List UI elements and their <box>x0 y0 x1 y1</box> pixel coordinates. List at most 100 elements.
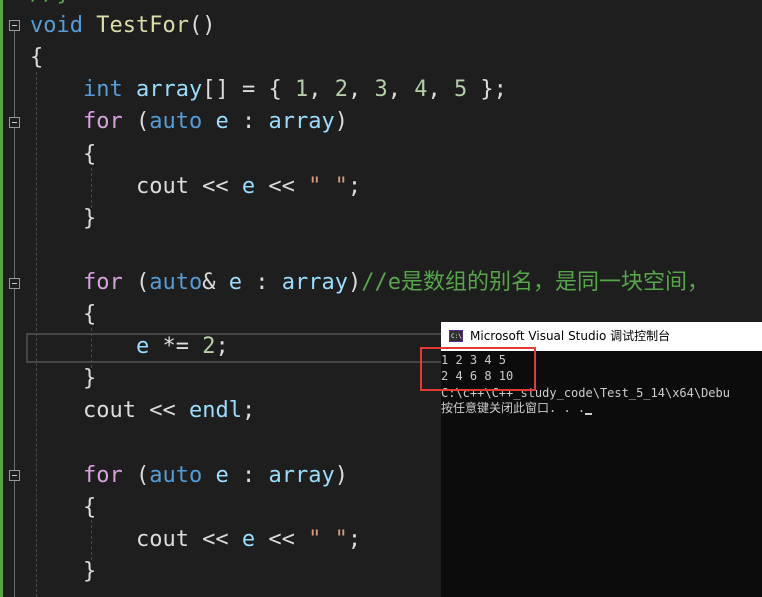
code-line[interactable]: { <box>30 492 96 524</box>
code-token: auto <box>149 109 203 135</box>
code-line[interactable]: cout << endl; <box>30 395 255 427</box>
code-token: & <box>202 269 229 295</box>
code-line[interactable]: void TestFor() <box>30 10 215 42</box>
code-token: } <box>30 366 97 392</box>
code-token: " " <box>308 526 348 552</box>
code-token: auto <box>149 269 203 295</box>
code-token: int <box>82 77 123 103</box>
code-line[interactable]: int array[] = { 1, 2, 3, 4, 5 }; <box>30 74 507 106</box>
code-token: { <box>30 141 97 167</box>
code-line[interactable]: } <box>30 556 96 588</box>
collapse-block-icon[interactable] <box>9 117 20 128</box>
code-token: 4 <box>414 77 428 103</box>
code-token: auto <box>149 462 203 488</box>
code-token: array <box>135 77 203 103</box>
code-line[interactable]: { <box>30 299 96 331</box>
code-line[interactable]: { <box>30 42 43 74</box>
code-token: 2 <box>202 334 216 360</box>
code-line[interactable]: e *= 2; <box>30 331 229 363</box>
code-token: , <box>387 77 415 103</box>
code-token: } <box>30 558 97 584</box>
code-token: 3 <box>374 77 388 103</box>
code-token: for <box>82 109 123 135</box>
code-token: 2 <box>334 77 348 103</box>
code-line[interactable]: for (auto& e : array)//e是数组的别名，是同一块空间， <box>30 267 709 299</box>
code-token: ( <box>122 109 150 135</box>
code-token: cout << <box>30 398 189 424</box>
code-line[interactable]: } <box>30 203 96 235</box>
console-app-icon <box>449 322 463 351</box>
code-token: ; <box>241 398 256 424</box>
code-token: }; <box>467 77 507 103</box>
code-token: ( <box>122 462 150 488</box>
code-token: for <box>82 462 123 488</box>
fold-outline-line <box>14 31 15 597</box>
code-token: << <box>255 173 309 199</box>
collapse-block-icon[interactable] <box>9 470 20 481</box>
code-line[interactable]: for (auto e : array) <box>30 106 348 138</box>
text-cursor <box>585 413 593 415</box>
code-token: array <box>281 269 348 295</box>
code-token: ; <box>347 526 362 552</box>
code-token: *= <box>149 334 203 360</box>
console-line: 按任意键关闭此窗口. . . <box>441 401 593 415</box>
code-token: [] = { <box>202 77 295 103</box>
code-line[interactable]: } <box>30 363 96 395</box>
code-token: ( <box>122 269 150 295</box>
code-token: for <box>82 269 123 295</box>
code-token: , <box>308 77 335 103</box>
code-token: " " <box>308 173 348 199</box>
code-token: << <box>255 526 309 552</box>
code-token: cout << <box>30 526 242 552</box>
code-token: array <box>268 462 335 488</box>
collapse-block-icon[interactable] <box>9 278 20 289</box>
code-token: , <box>347 77 375 103</box>
change-indicator-bar <box>0 0 3 597</box>
code-token: void <box>30 13 83 39</box>
code-token: ) <box>334 462 348 488</box>
code-token: e <box>241 173 256 199</box>
code-line[interactable]: for (auto e : array) <box>30 460 348 492</box>
code-token: 5 <box>453 77 468 103</box>
code-token: e <box>135 334 150 360</box>
console-prompt-text: 按任意键关闭此窗口. . . <box>441 401 586 415</box>
code-token: } <box>30 205 97 231</box>
code-line[interactable]: { <box>30 139 96 171</box>
code-token: { <box>30 45 44 71</box>
code-token: : <box>228 462 269 488</box>
collapse-function-icon[interactable] <box>9 20 20 31</box>
code-token: () <box>188 13 216 39</box>
code-token: e <box>215 462 229 488</box>
code-token: e <box>228 269 242 295</box>
code-token: //} <box>30 0 70 6</box>
code-token: 1 <box>294 77 309 103</box>
code-token: ) <box>347 269 362 295</box>
code-token: : <box>241 269 282 295</box>
code-line[interactable]: //} <box>30 0 70 10</box>
code-token: TestFor <box>96 13 189 39</box>
code-token: { <box>30 302 97 327</box>
code-token: { <box>30 494 97 520</box>
code-token: e <box>241 526 256 552</box>
code-token: : <box>228 109 269 135</box>
code-token: ; <box>347 173 362 199</box>
code-token: ) <box>334 109 348 135</box>
code-token: cout << <box>30 173 242 199</box>
code-token: ; <box>215 334 229 360</box>
code-line[interactable]: cout << e << " "; <box>30 171 361 203</box>
code-token: endl <box>188 398 242 424</box>
output-highlight-box <box>420 347 536 391</box>
code-line[interactable]: cout << e << " "; <box>30 524 361 556</box>
code-token: , <box>427 77 454 103</box>
code-token: e <box>215 109 229 135</box>
code-token: array <box>268 109 335 135</box>
